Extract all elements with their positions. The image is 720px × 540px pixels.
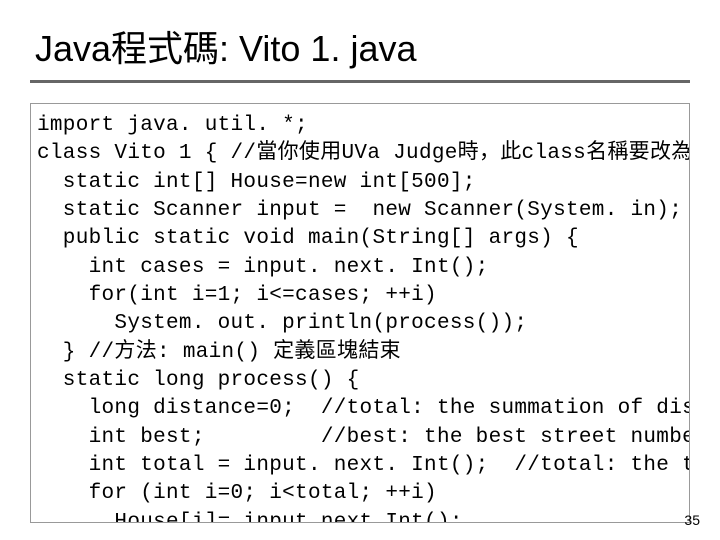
title-underline — [30, 80, 690, 83]
slide-container: Java程式碼: Vito 1. java import java. util.… — [0, 0, 720, 540]
slide-title: Java程式碼: Vito 1. java — [30, 20, 690, 72]
code-content: import java. util. *; class Vito 1 { //當… — [37, 112, 683, 523]
page-number: 35 — [684, 512, 700, 528]
code-box: import java. util. *; class Vito 1 { //當… — [30, 103, 690, 523]
